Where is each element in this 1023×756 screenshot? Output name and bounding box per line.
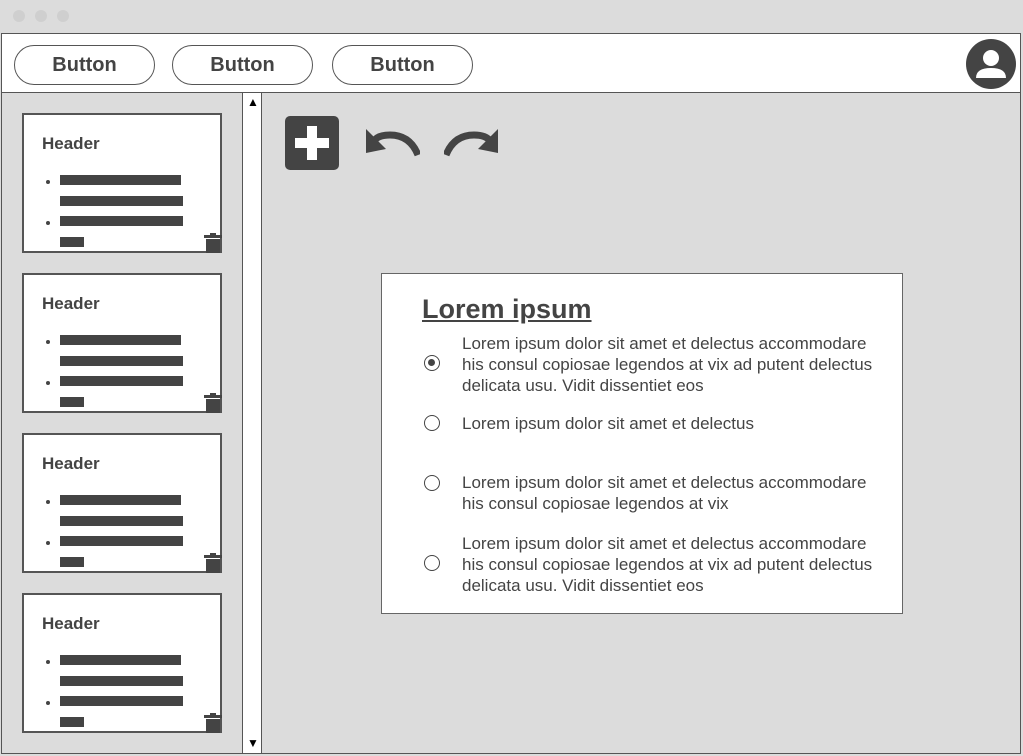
app-window: Button Button Button Header Header Heade… <box>0 0 1023 756</box>
card-header: Header <box>42 454 100 473</box>
scroll-up-arrow[interactable]: ▲ <box>247 95 259 109</box>
title-bar <box>0 0 1023 33</box>
text-line <box>60 175 181 185</box>
text-line <box>60 335 181 345</box>
slide-sidebar: Header Header Header Header <box>2 93 242 753</box>
text-line <box>60 676 183 686</box>
text-line <box>60 557 84 567</box>
window-minimize-dot[interactable] <box>35 10 47 22</box>
bullet <box>46 500 50 504</box>
text-line <box>60 237 84 247</box>
text-line <box>60 216 183 226</box>
radio-option-label: Lorem ipsum dolor sit amet et delectus a… <box>462 534 873 595</box>
card-header: Header <box>42 614 100 633</box>
card-header: Header <box>42 294 100 313</box>
trash-icon[interactable] <box>204 553 222 573</box>
bullet <box>46 340 50 344</box>
radio-button[interactable] <box>424 555 440 571</box>
text-line <box>60 717 84 727</box>
text-line <box>60 495 181 505</box>
slide-card[interactable]: Header <box>22 433 222 573</box>
text-line <box>60 536 183 546</box>
trash-icon[interactable] <box>204 393 222 413</box>
slide-card[interactable]: Header <box>22 273 222 413</box>
radio-group-panel: Lorem ipsum Lorem ipsum dolor sit amet e… <box>381 273 903 614</box>
bullet <box>46 381 50 385</box>
scroll-down-arrow[interactable]: ▼ <box>247 736 259 750</box>
card-header: Header <box>42 134 100 153</box>
text-line <box>60 196 183 206</box>
redo-icon[interactable] <box>444 127 500 157</box>
user-avatar-icon[interactable] <box>966 39 1016 89</box>
radio-option-label: Lorem ipsum dolor sit amet et delectus a… <box>462 334 873 395</box>
bullet <box>46 221 50 225</box>
radio-option-label: Lorem ipsum dolor sit amet et delectus <box>462 414 754 433</box>
sidebar-scrollbar[interactable]: ▲ ▼ <box>242 93 262 753</box>
main-content: Header Header Header Header ▲ ▼ Lorem ip… <box>1 93 1021 754</box>
panel-title: Lorem ipsum <box>422 294 592 324</box>
plus-icon[interactable] <box>285 116 339 170</box>
radio-option-label: Lorem ipsum dolor sit amet et delectus a… <box>462 473 867 513</box>
undo-icon[interactable] <box>364 127 420 157</box>
text-line <box>60 696 183 706</box>
bullet <box>46 660 50 664</box>
text-line <box>60 516 183 526</box>
trash-icon[interactable] <box>204 233 222 253</box>
slide-card[interactable]: Header <box>22 113 222 253</box>
window-maximize-dot[interactable] <box>57 10 69 22</box>
radio-button[interactable] <box>424 415 440 431</box>
trash-icon[interactable] <box>204 713 222 733</box>
toolbar-button-2[interactable]: Button <box>172 45 313 85</box>
toolbar-button-1[interactable]: Button <box>14 45 155 85</box>
bullet <box>46 541 50 545</box>
text-line <box>60 397 84 407</box>
slide-card[interactable]: Header <box>22 593 222 733</box>
window-close-dot[interactable] <box>13 10 25 22</box>
text-line <box>60 376 183 386</box>
bullet <box>46 180 50 184</box>
radio-button-selected[interactable] <box>424 355 440 371</box>
toolbar-button-3[interactable]: Button <box>332 45 473 85</box>
top-toolbar: Button Button Button <box>1 33 1021 93</box>
bullet <box>46 701 50 705</box>
text-line <box>60 655 181 665</box>
text-line <box>60 356 183 366</box>
radio-button[interactable] <box>424 475 440 491</box>
